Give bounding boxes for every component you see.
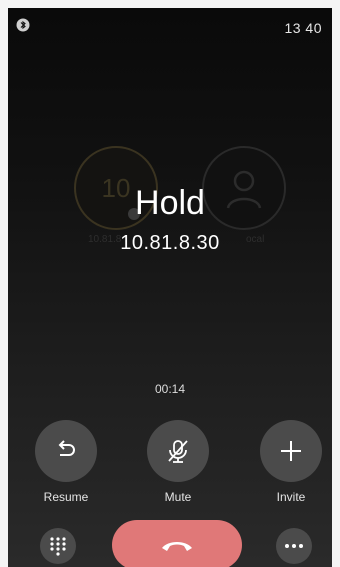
- mute-label: Mute: [164, 490, 192, 504]
- invite-label: Invite: [276, 490, 306, 504]
- undo-arrow-icon: [58, 440, 75, 456]
- end-call-icon: [162, 542, 192, 551]
- remote-number: 10.81.8.30: [120, 232, 220, 254]
- more-button[interactable]: [276, 528, 312, 564]
- resume-label: Resume: [43, 490, 89, 504]
- call-screen: 13 40 10 10.81.8 ocal Hold 10.81.8.30 00…: [8, 8, 332, 567]
- invite-button[interactable]: [260, 420, 322, 482]
- mute-button[interactable]: [147, 420, 209, 482]
- end-call-button[interactable]: [112, 520, 242, 567]
- status-bar: 13 40: [8, 8, 332, 38]
- plus-icon: [281, 441, 301, 461]
- mic-off-icon: [168, 440, 188, 463]
- dialpad-icon: [50, 537, 66, 556]
- call-state: Hold: [135, 184, 205, 222]
- clock: 13 40: [284, 20, 322, 36]
- call-timer: 00:14: [154, 382, 186, 396]
- bluetooth-icon: [16, 18, 30, 32]
- mute-action: Mute: [145, 420, 211, 504]
- resume-action: Resume: [33, 420, 99, 504]
- more-icon: [285, 544, 303, 548]
- invite-action: Invite: [258, 420, 324, 504]
- dialpad-button[interactable]: [40, 528, 76, 564]
- resume-button[interactable]: [35, 420, 97, 482]
